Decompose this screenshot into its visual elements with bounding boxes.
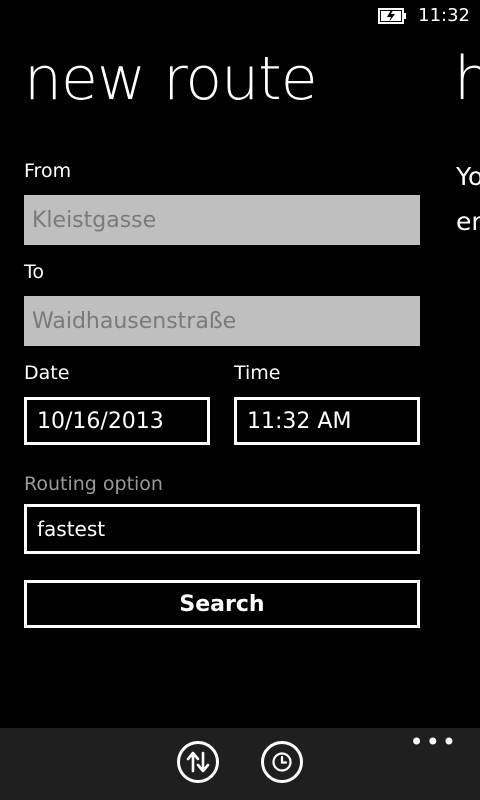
page-title: new route	[24, 44, 318, 114]
more-options-ellipsis[interactable]: •••	[410, 730, 458, 754]
battery-charging-icon	[378, 8, 406, 24]
status-bar: 11:32	[0, 0, 480, 32]
next-pivot-text-line2: er	[456, 207, 480, 236]
time-picker[interactable]: 11:32 AM	[234, 397, 420, 445]
app-bar: •••	[0, 728, 480, 800]
time-value: 11:32 AM	[247, 408, 352, 434]
date-picker[interactable]: 10/16/2013	[24, 397, 210, 445]
date-label: Date	[24, 362, 70, 384]
routing-option-value: fastest	[37, 517, 106, 541]
routing-option-label: Routing option	[24, 473, 163, 495]
from-label: From	[24, 160, 72, 182]
search-button[interactable]: Search	[24, 580, 420, 628]
date-value: 10/16/2013	[37, 408, 164, 434]
routing-option-picker[interactable]: fastest	[24, 504, 420, 554]
to-label: To	[24, 261, 45, 283]
next-pivot-text-line1: Yo	[456, 162, 480, 191]
time-label: Time	[234, 362, 281, 384]
swap-direction-button[interactable]	[177, 741, 219, 783]
next-pivot-title[interactable]: h	[454, 44, 480, 114]
status-time: 11:32	[418, 5, 470, 26]
to-input[interactable]	[24, 296, 420, 346]
from-input[interactable]	[24, 195, 420, 245]
clock-icon	[272, 752, 292, 772]
departure-time-button[interactable]	[261, 741, 303, 783]
swap-direction-icon	[186, 751, 210, 773]
